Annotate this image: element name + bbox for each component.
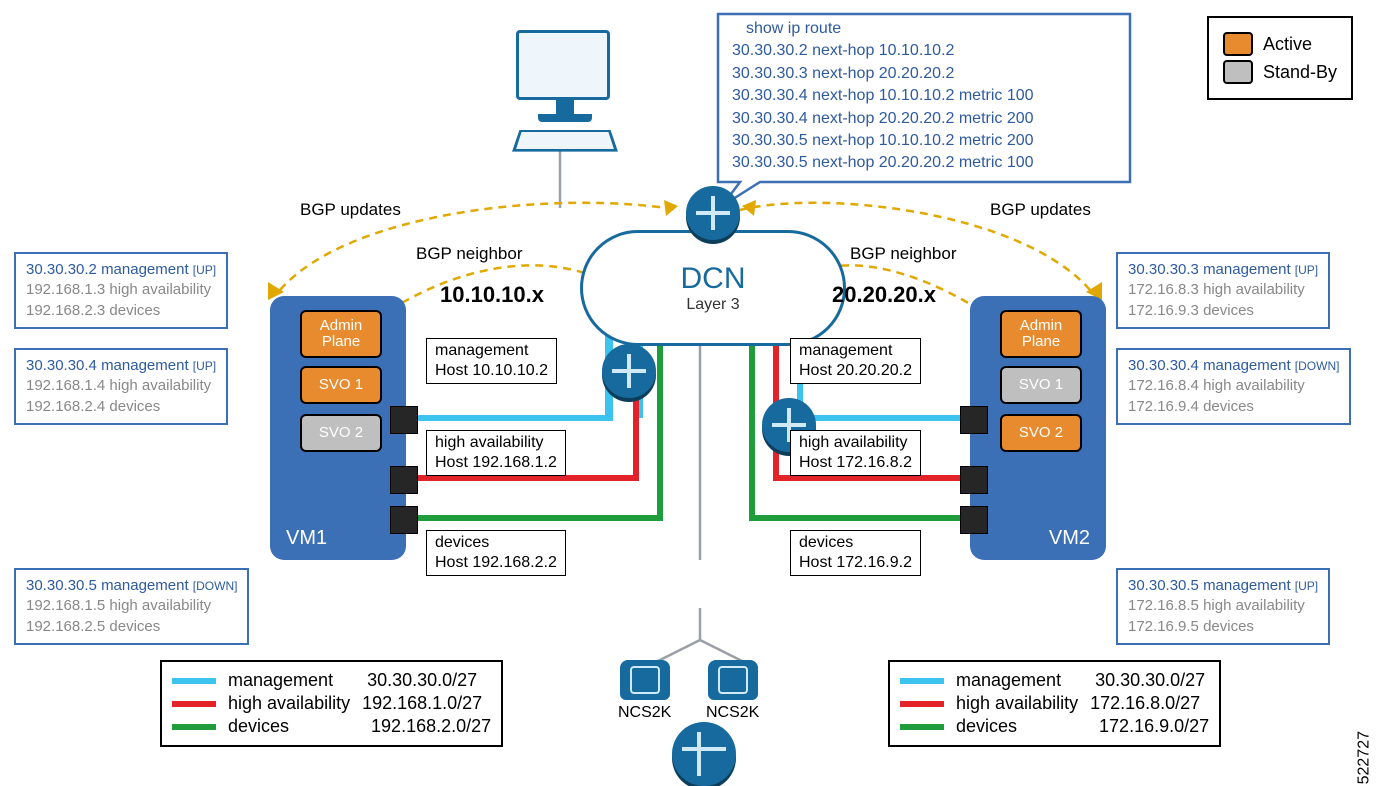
vm1-admin-plane: Admin Plane — [300, 310, 382, 358]
vm1-mgmt-label: managementHost 10.10.10.2 — [426, 338, 557, 384]
vm1-svo2-callout: 30.30.30.5 management [DOWN] 192.168.1.5… — [14, 568, 249, 645]
dcn-router-left-icon — [602, 344, 656, 398]
bgp-neighbor-left: BGP neighbor — [416, 244, 522, 264]
ncs2k-right: NCS2K — [706, 660, 759, 722]
vm2-admin-callout: 30.30.30.3 management [UP] 172.16.8.3 hi… — [1116, 252, 1330, 329]
vm2-mgmt-port — [960, 406, 988, 434]
subnet-legend-right: management30.30.30.0/27 high availabilit… — [888, 660, 1221, 747]
vm1-mgmt-port — [390, 406, 418, 434]
subnet-right: 20.20.20.x — [832, 282, 936, 308]
agg-router-icon — [672, 722, 736, 786]
vm1-svo2: SVO 2 — [300, 414, 382, 452]
vm1-admin-callout: 30.30.30.2 management [UP] 192.168.1.3 h… — [14, 252, 228, 329]
standby-swatch — [1223, 60, 1253, 84]
bgp-neighbor-right: BGP neighbor — [850, 244, 956, 264]
vm1-dev-label: devicesHost 192.168.2.2 — [426, 530, 566, 576]
vm2-svo2-callout: 30.30.30.5 management [UP] 172.16.8.5 hi… — [1116, 568, 1330, 645]
vm2-admin-plane: Admin Plane — [1000, 310, 1082, 358]
vm1-svo1-callout: 30.30.30.4 management [UP] 192.168.1.4 h… — [14, 348, 228, 425]
vm2-svo1-callout: 30.30.30.4 management [DOWN] 172.16.8.4 … — [1116, 348, 1351, 425]
vm2-dev-port — [960, 506, 988, 534]
figure-id: 522727 — [1355, 731, 1373, 784]
vm2-svo2: SVO 2 — [1000, 414, 1082, 452]
active-swatch — [1223, 32, 1253, 56]
vm1-ha-port — [390, 466, 418, 494]
state-legend: Active Stand-By — [1207, 16, 1353, 100]
bgp-updates-right: BGP updates — [990, 200, 1091, 220]
vm1-dev-port — [390, 506, 418, 534]
bgp-updates-left: BGP updates — [300, 200, 401, 220]
vm2-dev-label: devicesHost 172.16.9.2 — [790, 530, 921, 576]
vm2-ha-label: high availabilityHost 172.16.8.2 — [790, 430, 921, 476]
vm2-ha-port — [960, 466, 988, 494]
switch-icon — [708, 660, 758, 700]
subnet-legend-left: management30.30.30.0/27 high availabilit… — [160, 660, 503, 747]
vm2-mgmt-label: managementHost 20.20.20.2 — [790, 338, 921, 384]
vm1-svo1: SVO 1 — [300, 366, 382, 404]
top-router-icon — [686, 186, 740, 240]
switch-icon — [620, 660, 670, 700]
workstation-icon — [516, 30, 614, 154]
subnet-left: 10.10.10.x — [440, 282, 544, 308]
ip-route-table: show ip route 30.30.30.2 next-hop 10.10.… — [720, 12, 1144, 181]
vm1-ha-label: high availabilityHost 192.168.1.2 — [426, 430, 566, 476]
route-title: show ip route — [732, 18, 1132, 40]
dcn-cloud: DCN Layer 3 — [580, 230, 846, 346]
vm2-svo1: SVO 1 — [1000, 366, 1082, 404]
ncs2k-left: NCS2K — [618, 660, 671, 722]
